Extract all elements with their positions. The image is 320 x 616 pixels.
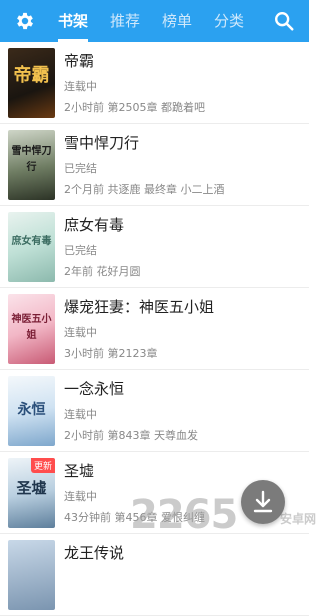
- book-title: 一念永恒: [64, 380, 125, 398]
- book-latest-chapter: 2个月前 共逐鹿 最终章 小二上酒: [64, 183, 225, 196]
- watermark-sub: 安卓网: [280, 512, 317, 526]
- download-button[interactable]: [241, 480, 285, 524]
- book-latest-chapter: 2小时前 第843章 天尊血发: [64, 429, 198, 442]
- book-item[interactable]: 雪中悍刀行 雪中悍刀行 已完结 2个月前 共逐鹿 最终章 小二上酒: [0, 124, 309, 206]
- book-item[interactable]: 帝霸 帝霸 连载中 2小时前 第2505章 都跪着吧: [0, 42, 309, 124]
- search-icon[interactable]: [273, 10, 295, 32]
- cover-title: 圣墟: [16, 479, 47, 497]
- book-status: 连载中: [64, 408, 97, 421]
- cover-title: 神医五小姐: [11, 314, 52, 341]
- book-cover: 永恒: [8, 376, 55, 446]
- book-title: 帝霸: [64, 52, 95, 70]
- book-status: 已完结: [64, 244, 97, 257]
- book-latest-chapter: 2年前 花好月圆: [64, 265, 141, 278]
- book-cover: 庶女有毒: [8, 212, 55, 282]
- tab-recommend[interactable]: 推荐: [110, 0, 140, 42]
- book-title: 庶女有毒: [64, 216, 125, 234]
- book-item[interactable]: 永恒 一念永恒 连载中 2小时前 第843章 天尊血发: [0, 370, 309, 452]
- gear-icon[interactable]: [14, 10, 36, 32]
- update-badge: 更新: [30, 458, 55, 473]
- tab-categories[interactable]: 分类: [214, 0, 244, 42]
- book-cover: [8, 540, 55, 610]
- book-cover: 圣墟 更新: [8, 458, 55, 528]
- cover-title: 庶女有毒: [11, 236, 52, 247]
- site-watermark: 2265 安卓网: [130, 492, 316, 538]
- tab-bar: 书架 推荐 榜单 分类: [58, 0, 266, 42]
- book-title: 圣墟: [64, 462, 95, 480]
- tab-bookshelf[interactable]: 书架: [58, 0, 89, 42]
- book-title: 雪中悍刀行: [64, 134, 140, 152]
- book-title: 爆宠狂妻：神医五小姐: [64, 298, 215, 316]
- book-item[interactable]: 神医五小姐 爆宠狂妻：神医五小姐 连载中 3小时前 第2123章: [0, 288, 309, 370]
- top-bar: 书架 推荐 榜单 分类: [0, 0, 309, 42]
- book-cover: 神医五小姐: [8, 294, 55, 364]
- book-item[interactable]: 庶女有毒 庶女有毒 已完结 2年前 花好月圆: [0, 206, 309, 288]
- book-status: 连载中: [64, 490, 97, 503]
- cover-title: 雪中悍刀行: [11, 146, 52, 173]
- book-status: 连载中: [64, 326, 97, 339]
- book-cover: 帝霸: [8, 48, 55, 118]
- book-latest-chapter: 2小时前 第2505章 都跪着吧: [64, 101, 205, 114]
- download-icon: [253, 490, 273, 513]
- watermark-text: 2265: [130, 492, 238, 538]
- book-latest-chapter: 3小时前 第2123章: [64, 347, 158, 360]
- book-cover: 雪中悍刀行: [8, 130, 55, 200]
- tab-rankings[interactable]: 榜单: [162, 0, 192, 42]
- book-title: 龙王传说: [64, 544, 125, 562]
- cover-title: 帝霸: [13, 65, 50, 86]
- cover-title: 永恒: [17, 402, 46, 418]
- book-status: 连载中: [64, 80, 97, 93]
- book-item[interactable]: 龙王传说: [0, 534, 309, 616]
- book-status: 已完结: [64, 162, 97, 175]
